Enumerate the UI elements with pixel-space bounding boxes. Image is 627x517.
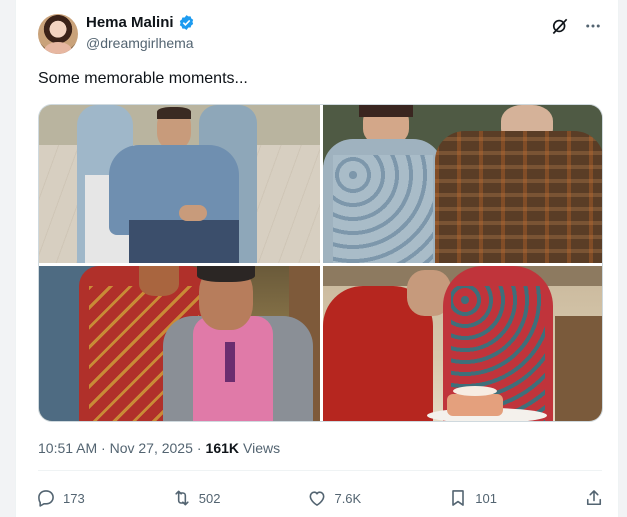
divider [38,470,602,471]
bookmark-icon [448,488,468,508]
bookmark-count: 101 [475,490,497,506]
author-handle[interactable]: @dreamgirlhema [86,35,194,51]
reply-button[interactable]: 173 [36,488,85,508]
photo-4[interactable] [323,266,602,421]
tweet-meta: 10:51 AM · Nov 27, 2025 · 161K Views [38,440,280,456]
media-grid [38,104,603,422]
repost-count: 502 [198,490,221,506]
bookmark-button[interactable]: 101 [448,488,497,508]
share-icon [584,488,604,508]
avatar[interactable] [38,14,78,54]
photo-2[interactable] [323,105,602,263]
grok-icon[interactable] [550,16,570,36]
verified-badge-icon [178,14,195,31]
author-display-name[interactable]: Hema Malini [86,14,174,31]
tweet-text: Some memorable moments... [38,70,248,87]
like-button[interactable]: 7.6K [307,488,361,508]
share-button[interactable] [584,488,604,508]
views-count: 161K [205,440,240,456]
reply-icon [36,488,56,508]
meta-separator: · [196,440,202,456]
views-label: Views [243,440,281,456]
like-icon [307,488,327,508]
repost-button[interactable]: 502 [172,488,221,508]
like-count: 7.6K [334,490,362,506]
photo-1[interactable] [39,105,320,263]
tweet-header: Hema Malini @dreamgirlhema [38,12,602,56]
photo-3[interactable] [39,266,320,421]
action-bar: 173 502 7.6K 101 [36,486,604,510]
more-icon[interactable] [584,17,602,35]
repost-icon [172,488,192,508]
reply-count: 173 [63,490,85,506]
timestamp[interactable]: 10:51 AM · Nov 27, 2025 [38,440,193,456]
tweet-card: Hema Malini @dreamgirlhema Some memorabl… [15,0,619,517]
author-name-line: Hema Malini [86,14,195,31]
